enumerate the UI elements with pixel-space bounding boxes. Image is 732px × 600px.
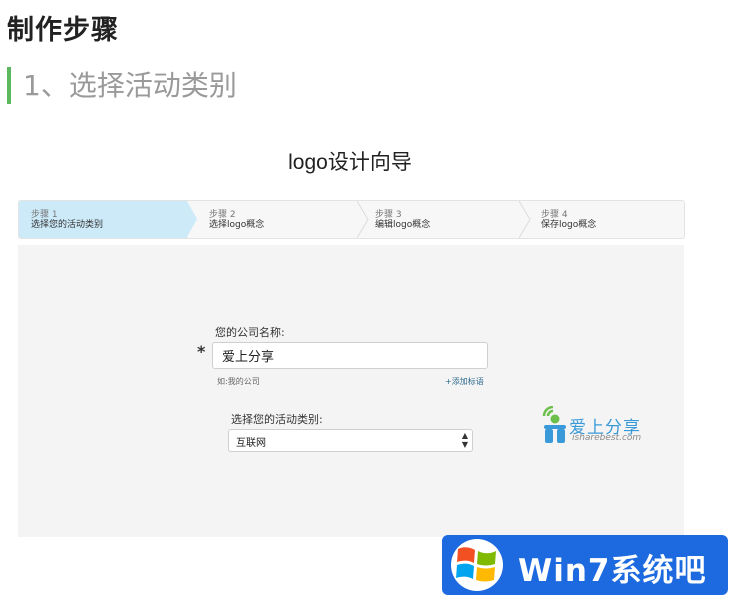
category-label: 选择您的活动类别: [231,413,323,426]
step-4-label: 保存logo概念 [541,220,597,230]
site-watermark: Win7系统吧 [442,535,728,595]
add-tagline-link[interactable]: +添加标语 [445,376,484,387]
step-4-number: 步骤 4 [541,210,568,220]
step-3[interactable]: 步骤 3 编辑logo概念 [363,201,519,238]
required-mark: * [197,342,206,361]
wizard-stepper: 步骤 1 选择您的活动类别 步骤 2 选择logo概念 步骤 3 编辑logo概… [18,200,685,239]
watermark-text: Win7系统吧 [518,553,707,589]
windows-logo-icon [451,539,503,591]
step-3-label: 编辑logo概念 [375,220,431,230]
step-4[interactable]: 步骤 4 保存logo概念 [529,201,679,238]
page-title: 制作步骤 [7,15,119,46]
wizard-form-panel [18,245,684,537]
category-select-value: 互联网 [236,438,266,449]
step-3-number: 步骤 3 [375,210,402,220]
company-name-input[interactable] [212,342,488,369]
logo-preview: 爱上分享 isharebest.com [541,405,661,450]
step-1[interactable]: 步骤 1 选择您的活动类别 [19,201,187,238]
step-1-number: 步骤 1 [31,210,58,220]
company-name-hint: 如:我的公司 [217,377,260,386]
logo-preview-domain: isharebest.com [572,433,642,443]
chevron-updown-icon: ▲ ▼ [461,431,468,449]
wizard-title: logo设计向导 [288,151,412,174]
step-2[interactable]: 步骤 2 选择logo概念 [197,201,357,238]
step-2-number: 步骤 2 [209,210,236,220]
category-select[interactable]: 互联网 ▲ ▼ [228,429,473,452]
company-name-label: 您的公司名称: [215,326,285,339]
section-subtitle: 1、选择活动类别 [7,67,237,104]
share-signal-icon [542,406,566,443]
step-1-label: 选择您的活动类别 [31,220,104,230]
step-2-label: 选择logo概念 [209,220,265,230]
active-step-arrow [187,201,197,237]
